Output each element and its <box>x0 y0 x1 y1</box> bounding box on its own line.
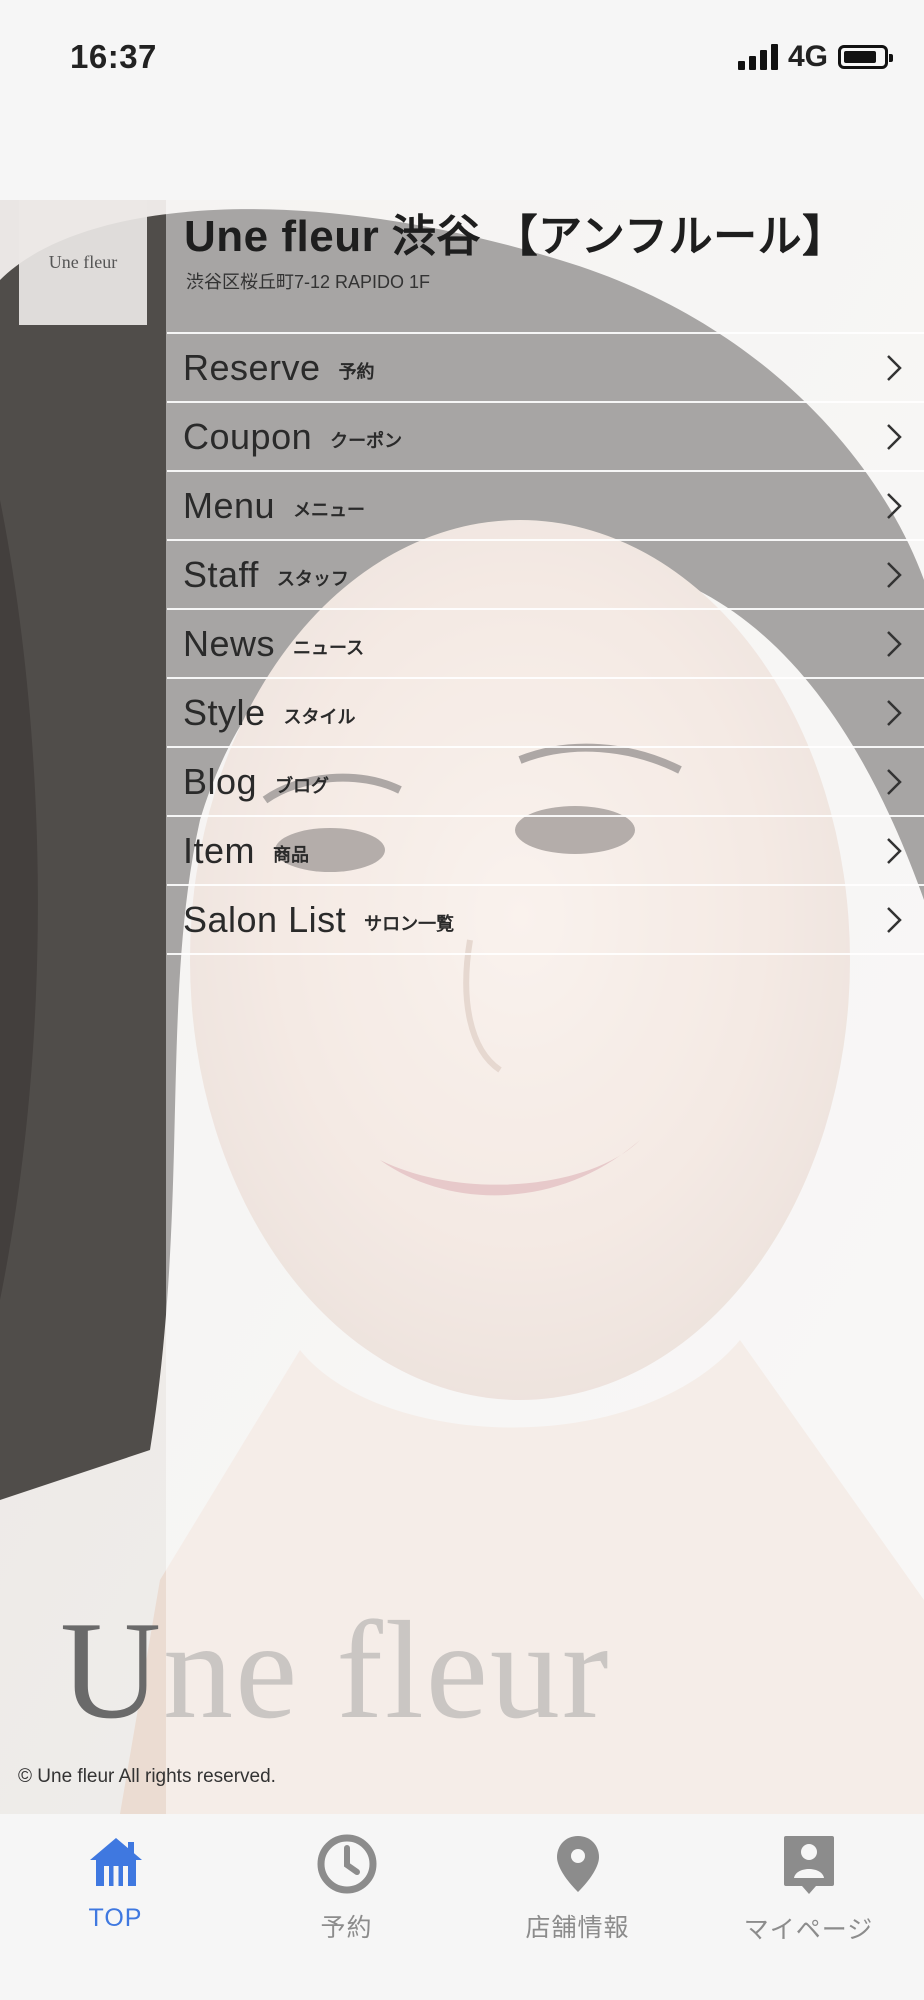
menu-item-label: Reserve <box>183 346 321 388</box>
status-bar: 16:37 4G <box>0 0 924 200</box>
menu-item-sublabel: スタッフ <box>276 568 349 589</box>
chevron-right-icon <box>887 837 902 864</box>
tab-top[interactable]: TOP <box>0 1814 231 2000</box>
status-time: 16:37 <box>70 38 157 75</box>
tab-label: 予約 <box>320 1914 373 1942</box>
menu-item-label: Staff <box>183 553 259 595</box>
tab-reserve[interactable]: 予約 <box>231 1814 462 2000</box>
tab-label: 店舗情報 <box>525 1914 630 1942</box>
menu-item-sublabel: 商品 <box>273 844 310 865</box>
brand-watermark: Une fleur <box>60 1590 611 1751</box>
menu-item-label: Menu <box>183 484 276 526</box>
menu-item-news[interactable]: News ニュース <box>167 608 924 677</box>
chevron-right-icon <box>887 699 902 726</box>
chevron-right-icon <box>887 492 902 519</box>
tab-shop-info[interactable]: 店舗情報 <box>462 1814 693 2000</box>
menu-item-label: Blog <box>183 760 258 802</box>
hero-left-strip <box>0 200 166 1814</box>
chevron-right-icon <box>887 630 902 657</box>
menu-item-item[interactable]: Item 商品 <box>167 815 924 884</box>
menu-item-coupon[interactable]: Coupon クーポン <box>167 401 924 470</box>
menu-item-sublabel: 予約 <box>338 361 375 382</box>
home-icon <box>89 1838 142 1886</box>
battery-icon <box>838 45 893 69</box>
menu-item-staff[interactable]: Staff スタッフ <box>167 539 924 608</box>
brand-watermark-rest: ne fleur <box>163 1593 611 1748</box>
bottom-tab-bar: TOP 予約 店舗情報 マイページ <box>0 1814 924 2000</box>
chevron-right-icon <box>887 768 902 795</box>
network-type: 4G <box>787 40 828 73</box>
menu-item-blog[interactable]: Blog ブログ <box>167 746 924 815</box>
menu-item-sublabel: ニュース <box>293 637 365 658</box>
menu-item-salon-list[interactable]: Salon List サロン一覧 <box>167 884 924 955</box>
menu-item-menu[interactable]: Menu メニュー <box>167 470 924 539</box>
status-indicators: 4G <box>737 40 893 74</box>
brand-watermark-initial: U <box>60 1593 164 1748</box>
chevron-right-icon <box>887 561 902 588</box>
salon-address: 渋谷区桜丘町7-12 RAPIDO 1F <box>186 272 431 292</box>
menu-item-label: Item <box>183 829 256 871</box>
menu-item-reserve[interactable]: Reserve 予約 <box>167 332 924 401</box>
hero-section: Une fleur Une fleur 渋谷 【アンフルール】 渋谷区桜丘町7-… <box>0 200 924 1814</box>
menu-item-label: Salon List <box>183 898 347 940</box>
menu-item-sublabel: メニュー <box>293 499 366 520</box>
menu-item-sublabel: クーポン <box>330 430 403 451</box>
menu-item-style[interactable]: Style スタイル <box>167 677 924 746</box>
menu-item-label: News <box>183 622 276 664</box>
menu-item-sublabel: サロン一覧 <box>364 913 455 934</box>
profile-icon <box>783 1836 834 1894</box>
tab-label: マイページ <box>743 1916 874 1944</box>
menu-item-sublabel: ブログ <box>275 775 330 796</box>
salon-name: Une fleur 渋谷 【アンフルール】 <box>184 212 847 261</box>
chevron-right-icon <box>887 906 902 933</box>
tab-label: TOP <box>88 1904 143 1932</box>
menu-item-label: Coupon <box>183 415 313 457</box>
chevron-right-icon <box>887 423 902 450</box>
main-menu: Reserve 予約 Coupon クーポン Menu メニュー Staff ス… <box>167 332 924 955</box>
clock-icon <box>317 1834 376 1894</box>
chevron-right-icon <box>887 354 902 381</box>
location-pin-icon <box>556 1836 599 1892</box>
copyright-text: © Une fleur All rights reserved. <box>18 1766 276 1787</box>
menu-item-label: Style <box>183 691 266 733</box>
signal-icon <box>737 44 778 70</box>
salon-logo-text: Une fleur <box>48 252 118 272</box>
menu-item-sublabel: スタイル <box>283 706 356 727</box>
tab-mypage[interactable]: マイページ <box>693 1814 924 2000</box>
salon-logo: Une fleur <box>19 200 147 325</box>
